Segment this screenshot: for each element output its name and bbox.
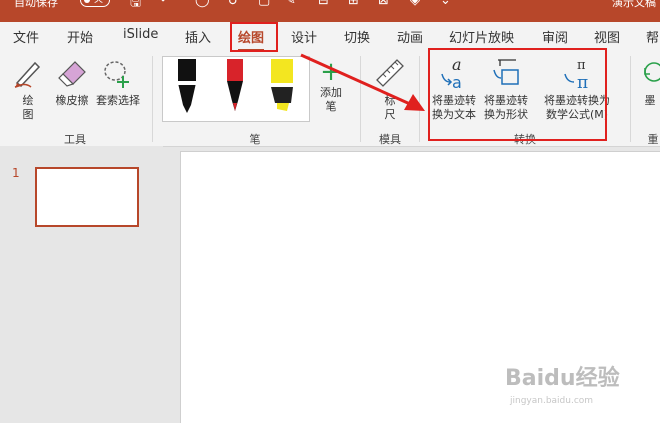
baidu-watermark: Baidu经验 — [505, 366, 620, 391]
slide-number: 1 — [12, 166, 20, 180]
slide-thumbnail-pane: 1 — [0, 146, 163, 422]
slide-thumbnail[interactable] — [35, 167, 139, 227]
baidu-watermark-url: jingyan.baidu.com — [510, 396, 594, 406]
